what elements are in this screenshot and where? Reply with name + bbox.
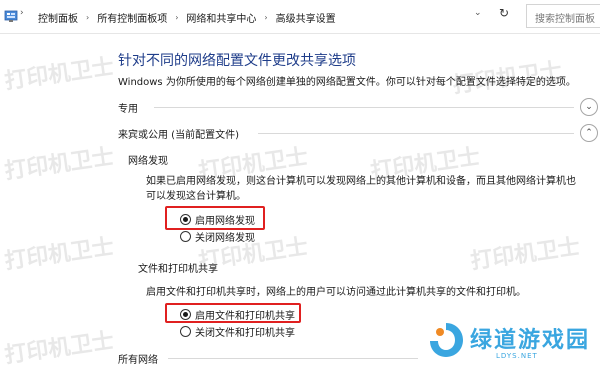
site-logo: 绿道游戏园 LDYS.NET (420, 318, 600, 366)
radio-unchecked-icon[interactable] (180, 231, 191, 242)
chevron-down-icon[interactable]: ⌄ (580, 98, 598, 116)
watermark: 打印机卫士 (3, 234, 116, 275)
watermark: 打印机卫士 (3, 54, 116, 95)
search-placeholder: 搜索控制面板 (535, 14, 595, 25)
radio-checked-icon[interactable] (180, 214, 191, 225)
network-discovery-title: 网络发现 (128, 156, 168, 167)
refresh-icon[interactable]: ↻ (496, 6, 512, 24)
breadcrumb-item[interactable]: 高级共享设置 (274, 10, 338, 25)
radio-label: 启用网络发现 (195, 216, 255, 227)
divider (258, 133, 574, 134)
page-title: 针对不同的网络配置文件更改共享选项 (118, 53, 356, 69)
file-printer-sharing-title: 文件和打印机共享 (138, 264, 218, 275)
profile-private-header[interactable]: 专用 ⌄ (118, 98, 598, 118)
watermark: 打印机卫士 (3, 328, 116, 369)
radio-network-discovery-on[interactable]: 启用网络发现 (180, 212, 255, 227)
profile-label: 专用 (118, 100, 144, 115)
watermark: 打印机卫士 (3, 144, 116, 185)
network-discovery-desc-line: 可以发现这台计算机。 (146, 191, 246, 202)
radio-label: 关闭网络发现 (195, 233, 255, 244)
chevron-right-icon[interactable]: › (175, 13, 178, 22)
profile-guest-header[interactable]: 来宾或公用 (当前配置文件) ⌃ (118, 124, 598, 144)
breadcrumb-item[interactable]: 网络和共享中心 (184, 10, 258, 25)
chevron-down-icon[interactable]: ⌄ (474, 8, 482, 18)
file-printer-sharing-desc: 启用文件和打印机共享时，网络上的用户可以访问通过此计算机共享的文件和打印机。 (146, 287, 526, 298)
breadcrumb-item[interactable]: 控制面板 (36, 10, 80, 25)
radio-file-sharing-on[interactable]: 启用文件和打印机共享 (180, 307, 295, 322)
chevron-right-icon[interactable]: › (264, 13, 267, 22)
divider (168, 358, 418, 359)
breadcrumb-item[interactable]: 所有控制面板项 (95, 10, 169, 25)
control-panel-icon (4, 10, 18, 22)
profile-label: 所有网络 (118, 355, 158, 366)
logo-icon (430, 323, 463, 357)
radio-label: 关闭文件和打印机共享 (195, 328, 295, 339)
address-bar: › 控制面板 › 所有控制面板项 › 网络和共享中心 › 高级共享设置 ⌄ ↻ … (0, 0, 600, 34)
radio-file-sharing-off[interactable]: 关闭文件和打印机共享 (180, 324, 295, 339)
logo-text: 绿道游戏园 (470, 328, 591, 353)
profile-label: 来宾或公用 (当前配置文件) (118, 130, 239, 141)
profile-all-header[interactable]: 所有网络 (118, 349, 418, 369)
network-discovery-desc: 如果已启用网络发现，则这台计算机可以发现网络上的其他计算机和设备，而且其他网络计… (146, 174, 586, 204)
chevron-up-icon[interactable]: ⌃ (580, 124, 598, 142)
chevron-right-icon[interactable]: › (20, 8, 24, 18)
chevron-right-icon[interactable]: › (86, 13, 89, 22)
network-discovery-desc-line: 如果已启用网络发现，则这台计算机可以发现网络上的其他计算机和设备，而且其他网络计… (146, 176, 576, 187)
radio-network-discovery-off[interactable]: 关闭网络发现 (180, 229, 255, 244)
logo-subtext: LDYS.NET (496, 352, 538, 360)
page-description: Windows 为你所使用的每个网络创建单独的网络配置文件。你可以针对每个配置文… (118, 77, 576, 88)
radio-label: 启用文件和打印机共享 (195, 311, 295, 322)
divider (154, 107, 574, 108)
radio-checked-icon[interactable] (180, 309, 191, 320)
breadcrumb: 控制面板 › 所有控制面板项 › 网络和共享中心 › 高级共享设置 (36, 7, 338, 27)
watermark: 打印机卫士 (469, 234, 582, 275)
search-input[interactable]: 搜索控制面板 (526, 4, 600, 28)
radio-unchecked-icon[interactable] (180, 326, 191, 337)
